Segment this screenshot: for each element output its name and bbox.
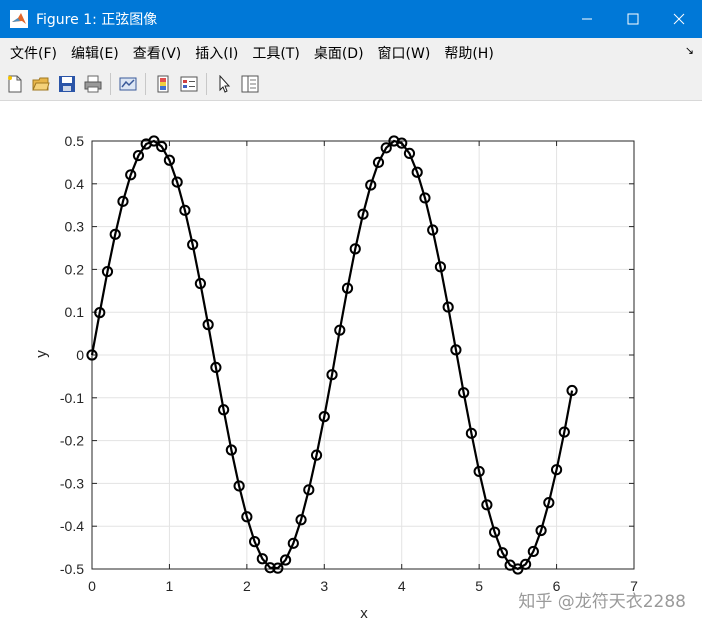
link-plot-icon bbox=[119, 77, 137, 90]
property-editor-button[interactable] bbox=[239, 73, 261, 95]
menu-bar: 文件(F) 编辑(E) 查看(V) 插入(I) 工具(T) 桌面(D) 窗口(W… bbox=[0, 38, 702, 67]
menu-insert[interactable]: 插入(I) bbox=[195, 43, 238, 63]
close-icon bbox=[673, 13, 685, 25]
menu-window[interactable]: 窗口(W) bbox=[378, 43, 431, 63]
title-bar: Figure 1: 正弦图像 bbox=[0, 0, 702, 38]
legend-icon bbox=[180, 76, 198, 91]
toolbar-separator bbox=[206, 72, 207, 95]
x-tick-label: 2 bbox=[243, 578, 251, 594]
watermark: 知乎 @龙符天衣2288 bbox=[518, 592, 686, 612]
toolbar-separator bbox=[145, 72, 146, 95]
x-tick-label: 3 bbox=[320, 578, 328, 594]
print-button[interactable] bbox=[82, 73, 104, 95]
pointer-icon bbox=[219, 74, 231, 93]
legend-button[interactable] bbox=[178, 73, 200, 95]
y-tick-label: -0.3 bbox=[60, 475, 84, 491]
y-tick-label: 0.3 bbox=[65, 219, 85, 235]
matlab-logo-icon bbox=[10, 10, 28, 28]
x-tick-label: 4 bbox=[398, 578, 406, 594]
y-tick-label: 0.4 bbox=[65, 176, 85, 192]
link-plot-button[interactable] bbox=[117, 73, 139, 95]
dock-arrow-icon[interactable]: ↘ bbox=[685, 44, 694, 57]
x-axis-label: x bbox=[360, 605, 368, 622]
save-icon bbox=[59, 75, 75, 92]
y-tick-label: -0.1 bbox=[60, 390, 84, 406]
toolbar bbox=[0, 67, 702, 101]
menu-tools[interactable]: 工具(T) bbox=[252, 43, 299, 63]
new-figure-icon bbox=[8, 75, 22, 92]
figure-canvas: 0 1 2 3 4 5 6 7 0.5 0.4 0.3 0.2 0.1 0 -0.1 -0.2 -0.3 -0.4… bbox=[0, 101, 702, 628]
property-editor-icon bbox=[241, 75, 259, 92]
x-tick-label: 0 bbox=[88, 578, 96, 594]
maximize-button[interactable] bbox=[610, 0, 656, 38]
y-tick-label: -0.4 bbox=[60, 518, 84, 534]
y-tick-label: -0.5 bbox=[60, 561, 84, 577]
x-tick-label: 1 bbox=[166, 578, 174, 594]
y-tick-label: 0.1 bbox=[65, 304, 85, 320]
maximize-icon bbox=[627, 13, 639, 25]
save-button[interactable] bbox=[56, 73, 78, 95]
x-tick-label: 5 bbox=[475, 578, 483, 594]
sine-plot[interactable]: 0 1 2 3 4 5 6 70.50.40.30.20.10-0.1-0.2-0.3-0.4… bbox=[0, 101, 702, 628]
window-title: Figure 1: 正弦图像 bbox=[36, 12, 158, 28]
menu-desktop[interactable]: 桌面(D) bbox=[314, 43, 364, 63]
open-file-button[interactable] bbox=[30, 73, 52, 95]
menu-help[interactable]: 帮助(H) bbox=[444, 43, 493, 63]
close-button[interactable] bbox=[656, 0, 702, 38]
colorbar-button[interactable] bbox=[152, 73, 174, 95]
new-figure-button[interactable] bbox=[4, 73, 26, 95]
toolbar-separator bbox=[110, 72, 111, 95]
pointer-button[interactable] bbox=[213, 73, 235, 95]
menu-edit[interactable]: 编辑(E) bbox=[71, 43, 119, 63]
y-tick-label: 0 bbox=[76, 347, 84, 363]
y-tick-label: 0.2 bbox=[65, 261, 85, 277]
open-file-icon bbox=[32, 77, 50, 90]
menu-view[interactable]: 查看(V) bbox=[133, 43, 182, 63]
colorbar-icon bbox=[157, 75, 169, 92]
y-axis-label: y bbox=[33, 350, 50, 358]
menu-file[interactable]: 文件(F) bbox=[10, 43, 57, 63]
y-tick-label: -0.2 bbox=[60, 433, 84, 449]
y-tick-label: 0.5 bbox=[65, 133, 85, 149]
minimize-icon bbox=[582, 18, 592, 20]
minimize-button[interactable] bbox=[564, 0, 610, 38]
print-icon bbox=[84, 75, 102, 92]
